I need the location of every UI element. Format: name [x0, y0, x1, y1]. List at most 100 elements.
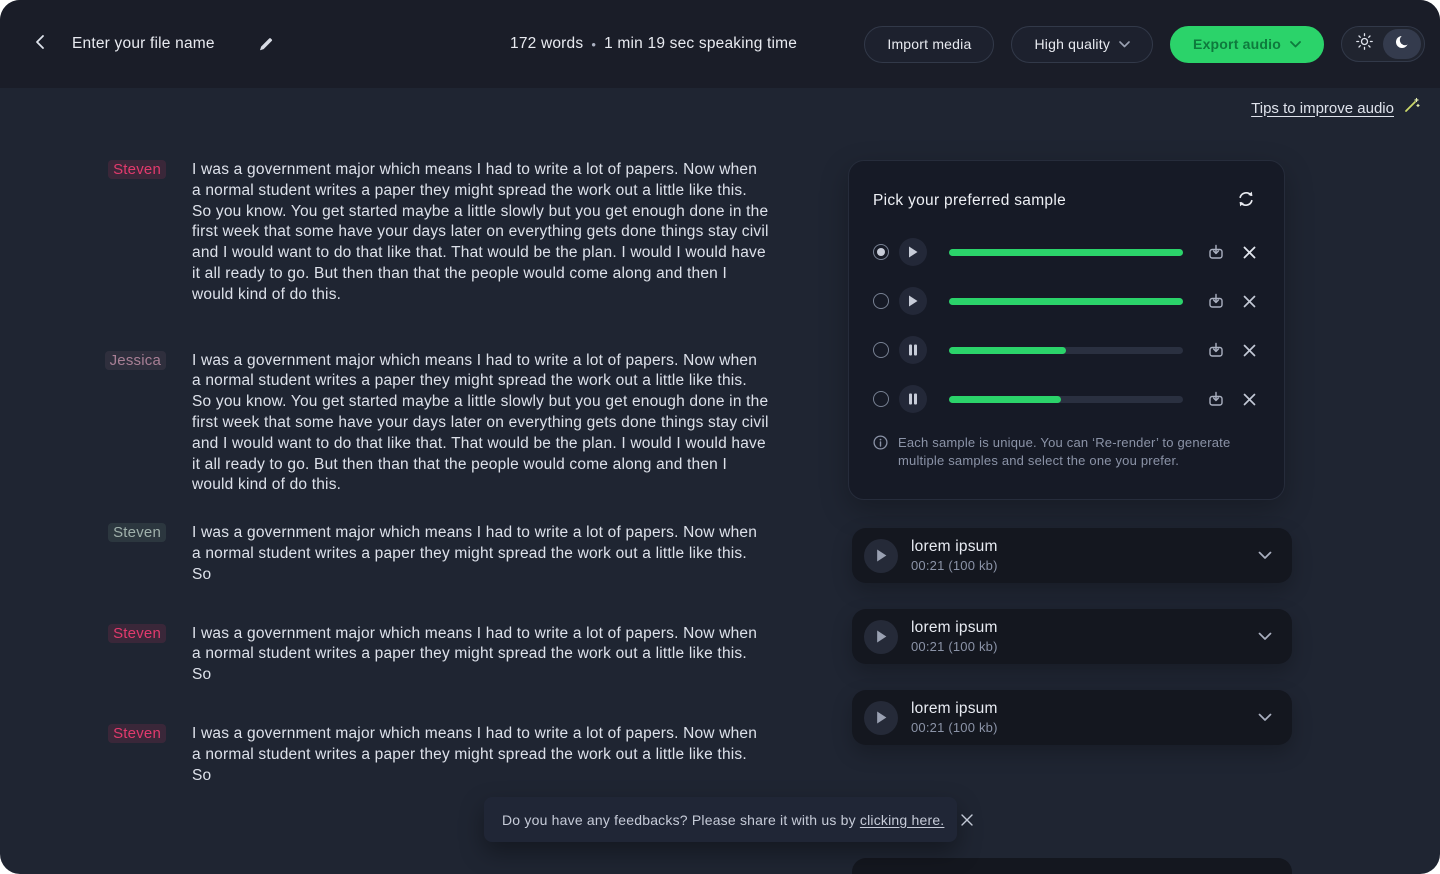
- audio-card[interactable]: lorem ipsum 00:21 (100 kb): [852, 528, 1292, 583]
- transcript-editor: Steven I was a government major which me…: [100, 160, 780, 786]
- light-mode-segment[interactable]: [1345, 29, 1383, 59]
- audio-card-partial[interactable]: [852, 858, 1292, 874]
- download-icon: [1209, 244, 1223, 259]
- pause-icon: [909, 344, 917, 356]
- play-icon: [909, 246, 918, 258]
- remove-sample-button[interactable]: [1239, 242, 1260, 263]
- pause-button[interactable]: [899, 336, 927, 364]
- sample-rows: [873, 238, 1260, 413]
- panel-title: Pick your preferred sample: [873, 191, 1067, 209]
- play-button[interactable]: [864, 538, 898, 573]
- chevron-down-icon[interactable]: [1258, 709, 1272, 727]
- progress-bar[interactable]: [949, 248, 1183, 256]
- speaker-label[interactable]: Jessica: [104, 350, 166, 370]
- feedback-link[interactable]: clicking here.: [860, 812, 945, 828]
- download-button[interactable]: [1203, 386, 1229, 412]
- audio-card[interactable]: lorem ipsum 00:21 (100 kb): [852, 609, 1292, 664]
- chevron-left-icon: [33, 34, 47, 55]
- export-audio-label: Export audio: [1193, 36, 1281, 52]
- card-text: lorem ipsum 00:21 (100 kb): [911, 538, 1258, 573]
- close-icon: [1243, 246, 1256, 258]
- toast-close-button[interactable]: [956, 809, 978, 831]
- progress-bar[interactable]: [949, 395, 1183, 403]
- pencil-icon[interactable]: [254, 32, 278, 56]
- filename-wrap: [72, 32, 278, 56]
- sample-radio[interactable]: [873, 391, 889, 407]
- pause-button[interactable]: [899, 385, 927, 413]
- sample-radio[interactable]: [873, 293, 889, 309]
- close-icon: [1243, 344, 1256, 356]
- transcript-paragraph[interactable]: I was a government major which means I h…: [192, 160, 770, 306]
- tips-link[interactable]: Tips to improve audio: [1251, 100, 1394, 117]
- play-button[interactable]: [899, 238, 927, 266]
- export-audio-button[interactable]: Export audio: [1170, 25, 1324, 63]
- download-button[interactable]: [1203, 337, 1229, 363]
- download-button[interactable]: [1203, 239, 1229, 265]
- close-icon: [1243, 393, 1256, 405]
- audio-meta: 00:21 (100 kb): [911, 639, 998, 654]
- feedback-toast: Do you have any feedbacks? Please share …: [484, 797, 974, 842]
- speaker-label[interactable]: Steven: [108, 623, 166, 643]
- transcript-paragraph[interactable]: I was a government major which means I h…: [192, 624, 770, 686]
- download-button[interactable]: [1203, 288, 1229, 314]
- play-button[interactable]: [899, 287, 927, 315]
- transcript-paragraph[interactable]: I was a government major which means I h…: [192, 724, 770, 786]
- progress-bar[interactable]: [949, 297, 1183, 305]
- card-text: lorem ipsum 00:21 (100 kb): [911, 700, 1258, 735]
- back-button[interactable]: [22, 26, 58, 62]
- play-button[interactable]: [864, 619, 898, 654]
- quality-dropdown[interactable]: High quality: [1011, 25, 1154, 63]
- sun-icon: [1355, 33, 1373, 55]
- speaker-label[interactable]: Steven: [108, 723, 166, 743]
- toast-message: Do you have any feedbacks? Please share …: [502, 811, 945, 828]
- transcript-paragraph[interactable]: I was a government major which means I h…: [192, 351, 770, 497]
- progress-fill: [949, 395, 1062, 403]
- topbar: 172 words • 1 min 19 sec speaking time I…: [0, 0, 1440, 88]
- refresh-icon: [1236, 189, 1256, 212]
- moon-icon: [1394, 34, 1411, 55]
- import-media-button[interactable]: Import media: [864, 25, 995, 63]
- remove-sample-button[interactable]: [1239, 291, 1260, 312]
- sample-radio[interactable]: [873, 342, 889, 358]
- close-icon: [1243, 295, 1256, 307]
- document-stats: 172 words • 1 min 19 sec speaking time: [510, 0, 797, 88]
- remove-sample-button[interactable]: [1239, 389, 1260, 410]
- play-button[interactable]: [864, 700, 898, 735]
- theme-toggle[interactable]: [1341, 26, 1425, 62]
- sample-picker-panel: Pick your preferred sample Each sample i…: [848, 160, 1285, 500]
- audio-meta: 00:21 (100 kb): [911, 720, 998, 735]
- transcript-block: Steven I was a government major which me…: [100, 623, 780, 686]
- audio-title: lorem ipsum: [911, 700, 998, 717]
- speaking-time: 1 min 19 sec speaking time: [604, 35, 798, 52]
- import-media-label: Import media: [887, 36, 972, 52]
- file-name-input[interactable]: [72, 35, 242, 53]
- chevron-down-icon[interactable]: [1258, 547, 1272, 565]
- speaker-label[interactable]: Steven: [108, 160, 166, 179]
- chevron-down-icon[interactable]: [1258, 628, 1272, 646]
- sample-row: [873, 336, 1260, 364]
- download-icon: [1209, 293, 1223, 308]
- remove-sample-button[interactable]: [1239, 340, 1260, 361]
- progress-bar[interactable]: [949, 346, 1183, 354]
- sample-row: [873, 238, 1260, 266]
- topbar-actions: Import media High quality Export audio: [864, 0, 1425, 88]
- play-icon: [876, 549, 886, 562]
- audio-card[interactable]: lorem ipsum 00:21 (100 kb): [852, 690, 1292, 745]
- dark-mode-segment[interactable]: [1383, 29, 1421, 59]
- info-icon: [873, 435, 888, 455]
- audio-title: lorem ipsum: [911, 619, 998, 636]
- sample-row: [873, 287, 1260, 315]
- speaker-label[interactable]: Steven: [108, 523, 166, 543]
- re-render-button[interactable]: [1232, 185, 1260, 216]
- card-text: lorem ipsum 00:21 (100 kb): [911, 619, 1258, 654]
- word-count: 172 words: [510, 35, 584, 52]
- chevron-down-icon: [1290, 40, 1301, 48]
- transcript-block: Steven I was a government major which me…: [100, 723, 780, 786]
- progress-fill: [949, 346, 1066, 354]
- app-window: 172 words • 1 min 19 sec speaking time I…: [0, 0, 1440, 874]
- sample-radio-selected[interactable]: [873, 244, 889, 260]
- transcript-paragraph[interactable]: I was a government major which means I h…: [192, 523, 770, 585]
- progress-fill: [949, 297, 1183, 305]
- play-icon: [876, 630, 886, 643]
- chevron-down-icon: [1119, 40, 1130, 48]
